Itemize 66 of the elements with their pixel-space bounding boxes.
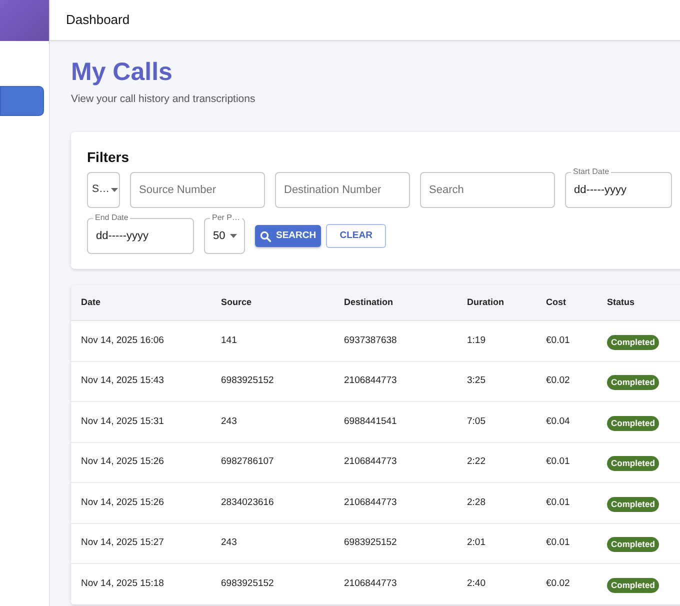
table-cell-text: Nov 14, 2025 15:31	[80, 414, 165, 429]
status-badge: Completed	[607, 537, 659, 552]
table-cell-text: 1:19	[466, 334, 486, 348]
table-cell-text: 2106844773	[343, 576, 398, 591]
caret-icon	[230, 234, 238, 238]
table-cell-text: €0.01	[545, 455, 571, 470]
field-label: Per P…	[210, 213, 242, 223]
table-cell-text: 3:25	[466, 374, 486, 388]
caret-icon	[110, 188, 118, 192]
table-cell-text: 2:40	[466, 576, 486, 591]
table-cell-text: 2106844773	[343, 374, 398, 388]
sidebar-banner	[0, 0, 49, 41]
field-label: Start Date	[571, 167, 612, 177]
table-cell-text: 2834023616	[220, 496, 275, 510]
table-cell-text: 2:22	[466, 455, 486, 470]
table-cell-text: Nov 14, 2025 15:27	[80, 536, 165, 550]
table-cell-text: 6982786107	[220, 455, 275, 470]
table-cell-text: 6983925152	[343, 536, 398, 550]
input-field[interactable]: Search	[420, 172, 555, 208]
clear-button[interactable]: CLEAR	[326, 224, 386, 248]
table-cell-text: 6983925152	[220, 576, 275, 591]
field-label: End Date	[93, 213, 130, 223]
input-field[interactable]: Source Number	[130, 172, 265, 208]
status-badge: Completed	[607, 496, 659, 512]
filters-title: Filters	[87, 148, 130, 166]
search-button[interactable]: SEARCH	[255, 225, 322, 247]
table-cell-text: Nov 14, 2025 15:18	[80, 576, 165, 591]
table-cell-text: 2106844773	[343, 455, 398, 470]
column-header: Destination	[343, 296, 394, 309]
column-header: Cost	[545, 296, 567, 309]
table-cell-text: 6983925152	[220, 374, 275, 388]
table-cell-text: 2:28	[466, 496, 486, 510]
table-cell-text: €0.04	[545, 414, 571, 429]
status-badge: Completed	[607, 334, 659, 350]
search-icon	[260, 230, 271, 242]
table-cell-text: Nov 14, 2025 15:26	[80, 496, 165, 510]
status-badge: Completed	[607, 578, 659, 593]
table-cell-text: 6937387638	[343, 334, 398, 348]
status-badge: Completed	[607, 456, 659, 472]
status-badge: Completed	[607, 375, 659, 390]
input-field[interactable]: Destination Number	[275, 172, 410, 208]
table-cell-text: 243	[220, 536, 238, 550]
table-cell-text: €0.02	[545, 576, 571, 591]
table-cell-text: Nov 14, 2025 15:43	[80, 374, 165, 388]
table-cell-text: Nov 14, 2025 15:26	[80, 455, 165, 470]
table-cell-text: €0.01	[545, 536, 571, 550]
column-header: Source	[220, 296, 253, 309]
table-cell-text: €0.01	[545, 496, 571, 510]
page-subtitle: View your call history and transcriptions	[71, 92, 256, 106]
column-header: Date	[80, 296, 102, 309]
table-cell-text: 243	[220, 414, 238, 429]
header-title: Dashboard	[66, 11, 130, 30]
page-title: My Calls	[71, 57, 172, 88]
select-field[interactable]: S…	[87, 172, 120, 208]
sidebar-item[interactable]	[0, 86, 44, 116]
table-cell-text: 6988441541	[343, 414, 398, 429]
table-cell-text: €0.01	[545, 334, 571, 348]
table-cell-text: 2:01	[466, 536, 486, 550]
table-cell-text: €0.02	[545, 374, 571, 388]
status-badge: Completed	[607, 416, 659, 431]
table-cell-text: Nov 14, 2025 16:06	[80, 334, 165, 348]
table-cell-text: 7:05	[466, 414, 486, 429]
column-header: Duration	[466, 296, 505, 309]
table-cell-text: 2106844773	[343, 496, 398, 510]
table-cell-text: 141	[220, 334, 238, 348]
column-header: Status	[606, 296, 636, 309]
